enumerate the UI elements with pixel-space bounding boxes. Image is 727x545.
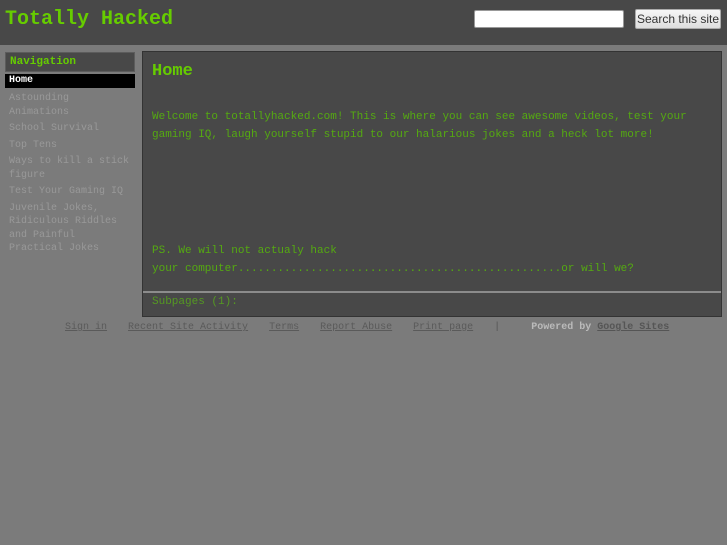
sidebar-item-ways-to-kill-a-stick-figure[interactable]: Ways to kill a stick figure — [5, 155, 135, 182]
footer-separator: | — [494, 322, 501, 333]
sidebar-item-home[interactable]: Home — [5, 74, 135, 88]
sidebar-item-top-tens[interactable]: Top Tens — [5, 139, 135, 153]
sidebar-item-juvenile-jokes[interactable]: Juvenile Jokes, Ridiculous Riddles and P… — [5, 202, 135, 256]
site-footer: Sign in Recent Site Activity Terms Repor… — [65, 322, 669, 333]
search-input[interactable] — [474, 10, 624, 28]
page-title: Home — [152, 62, 193, 81]
welcome-paragraph: Welcome to totallyhacked.com! This is wh… — [152, 111, 687, 141]
sidebar-item-school-survival[interactable]: School Survival — [5, 122, 135, 136]
ps-paragraph: PS. We will not actualy hack your comput… — [152, 243, 712, 278]
main-content: Home Welcome to totallyhacked.com! This … — [142, 51, 722, 317]
nav-list: Home Astounding Animations School Surviv… — [5, 74, 135, 256]
search-button[interactable]: Search this site — [635, 9, 721, 29]
sidebar-item-test-your-gaming-iq[interactable]: Test Your Gaming IQ — [5, 185, 135, 199]
terms-link[interactable]: Terms — [269, 322, 299, 333]
site-header: Totally Hacked Search this site — [0, 0, 727, 45]
site-title-link[interactable]: Totally Hacked — [5, 8, 173, 31]
content-divider — [143, 291, 721, 293]
powered-by-label: Powered by — [531, 322, 592, 333]
report-abuse-link[interactable]: Report Abuse — [320, 322, 392, 333]
subpages-label: Subpages (1): — [152, 296, 238, 308]
sidebar-navigation: Navigation Home Astounding Animations Sc… — [5, 52, 135, 259]
navigation-heading: Navigation — [5, 52, 135, 72]
recent-site-activity-link[interactable]: Recent Site Activity — [128, 322, 248, 333]
ps-line-2: your computer...........................… — [152, 262, 634, 275]
print-page-link[interactable]: Print page — [413, 322, 473, 333]
ps-line-1: PS. We will not actualy hack — [152, 245, 337, 257]
sign-in-link[interactable]: Sign in — [65, 322, 107, 333]
google-sites-link[interactable]: Google Sites — [597, 322, 669, 333]
sidebar-item-astounding-animations[interactable]: Astounding Animations — [5, 92, 135, 119]
